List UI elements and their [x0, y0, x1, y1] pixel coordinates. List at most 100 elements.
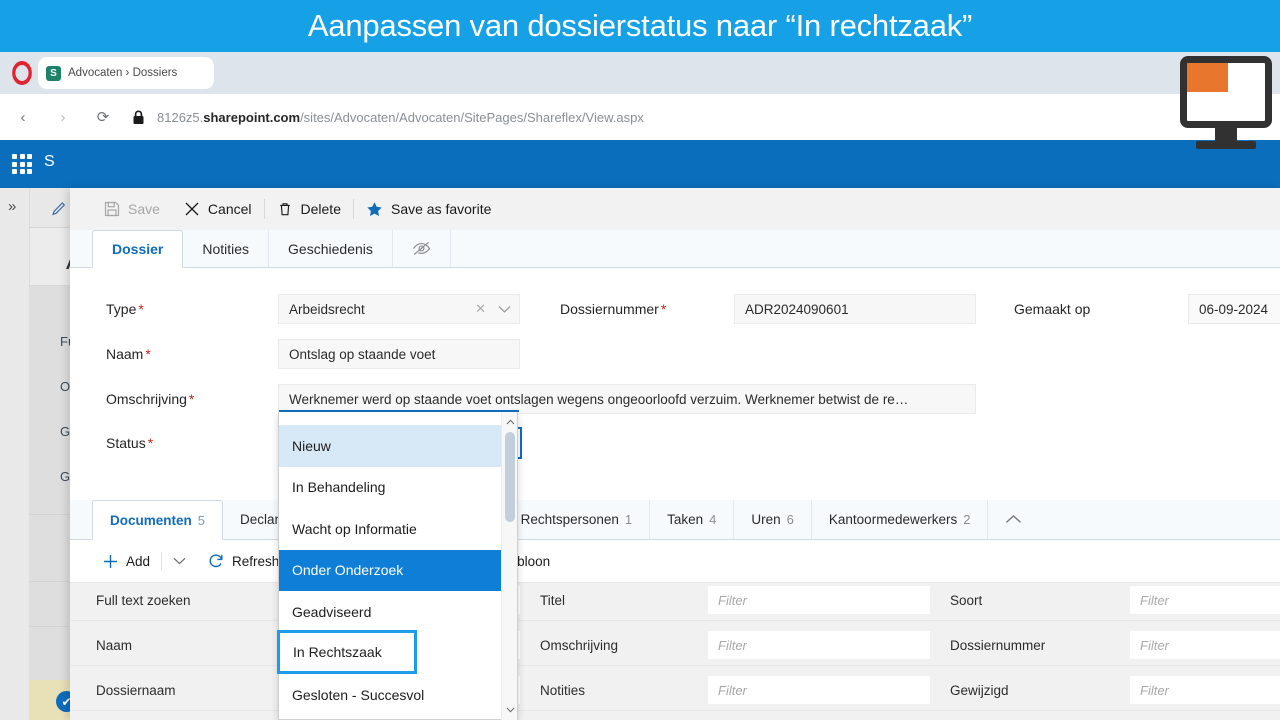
dropdown-scrollbar[interactable]: [501, 412, 517, 720]
scroll-down-icon[interactable]: [502, 702, 518, 718]
omschrijving-value: Werknemer werd op staande voet ontslagen…: [289, 391, 909, 407]
related-tab-rechtspersonen[interactable]: Rechtspersonen 1: [504, 500, 651, 539]
eye-off-icon: [412, 241, 431, 256]
type-combobox[interactable]: Arbeidsrecht ✕: [278, 294, 520, 324]
status-option-in-behandeling[interactable]: In Behandeling: [279, 467, 503, 509]
title-banner: Aanpassen van dossierstatus naar “In rec…: [0, 0, 1280, 52]
tab-strip: S Advocaten › Dossiers: [0, 52, 1280, 94]
sharepoint-favicon-icon: S: [46, 65, 61, 81]
filter-input-gewijzigd[interactable]: Filter: [1130, 676, 1280, 704]
pencil-icon[interactable]: [50, 200, 68, 218]
related-tab-uren[interactable]: Uren 6: [734, 500, 812, 539]
save-icon: [104, 201, 120, 217]
naam-input[interactable]: Ontslag op staande voet: [278, 339, 520, 369]
trash-icon: [277, 201, 293, 217]
scroll-up-icon[interactable]: [502, 414, 518, 430]
filter-label-dossiernaam: Dossiernaam: [96, 683, 176, 698]
filter-label-titel: Titel: [540, 593, 566, 608]
back-button[interactable]: ‹: [6, 100, 40, 134]
field-label-omschrijving: Omschrijving *: [106, 391, 195, 407]
tab-geschiedenis-label: Geschiedenis: [288, 240, 373, 257]
add-document-button[interactable]: Add: [92, 554, 161, 569]
delete-label: Delete: [300, 201, 341, 217]
refresh-button[interactable]: Refresh: [197, 553, 290, 569]
dossier-form-fields: Type * Arbeidsrecht ✕ Dossiernummer * ADR2…: [70, 268, 1280, 500]
screenshot-root: Aanpassen van dossierstatus naar “In rec…: [0, 0, 1280, 720]
chevron-down-icon[interactable]: [498, 305, 511, 314]
monitor-icon: [1174, 56, 1278, 154]
opera-logo-icon: [12, 61, 32, 85]
related-tab-uren-count: 6: [786, 512, 794, 527]
dropdown-top-border: [279, 410, 519, 412]
star-icon: [366, 201, 383, 218]
suite-bar: S: [0, 140, 1280, 188]
field-label-dossiernummer: Dossiernummer *: [560, 301, 667, 317]
status-option-in-rechtszaak[interactable]: In Rechtszaak: [277, 630, 417, 674]
filter-label-gewijzigd: Gewijzigd: [950, 683, 1009, 698]
plus-icon: [103, 554, 118, 569]
save-as-favorite-button[interactable]: Save as favorite: [354, 188, 503, 230]
browser-tab[interactable]: S Advocaten › Dossiers: [38, 57, 214, 89]
tab-dossier[interactable]: Dossier: [92, 230, 184, 268]
save-as-favorite-label: Save as favorite: [390, 201, 492, 217]
documents-filter-grid: Full text zoeken Filter Titel Filter Soo…: [70, 582, 1280, 720]
address-bar[interactable]: 8126z5.sharepoint.com/sites/Advocaten/Ad…: [157, 110, 644, 125]
cancel-button[interactable]: Cancel: [172, 188, 264, 230]
filter-input-soort[interactable]: Filter: [1130, 586, 1280, 614]
scrollbar-thumb[interactable]: [505, 432, 515, 522]
add-options-dropdown[interactable]: [162, 557, 197, 565]
save-button[interactable]: Save: [92, 188, 172, 230]
related-tab-uren-label: Uren: [751, 512, 781, 527]
refresh-icon: [208, 553, 224, 569]
field-label-status: Status *: [106, 435, 154, 451]
forward-button[interactable]: ›: [46, 100, 80, 134]
related-tab-bar: Documenten 5 Declaraties Natuurlijke per…: [70, 500, 1280, 540]
url-path: /sites/Advocaten/Advocaten/SitePages/Sha…: [300, 109, 644, 125]
gemaakt-op-input: 06-09-2024: [1188, 294, 1280, 324]
close-icon: [184, 201, 200, 217]
related-tab-documenten[interactable]: Documenten 5: [92, 500, 223, 540]
expand-rail-icon[interactable]: »: [8, 198, 16, 215]
background-rail: [0, 188, 30, 720]
tab-geschiedenis[interactable]: Geschiedenis: [269, 230, 393, 267]
related-tab-kantoormedewerkers-count: 2: [963, 512, 971, 527]
filter-label-dossiernummer: Dossiernummer: [950, 638, 1046, 653]
reload-button[interactable]: ⟳: [86, 100, 120, 134]
tab-notities[interactable]: Notities: [183, 230, 270, 267]
sharepoint-page: S » A Fu On Ge Ge ✔ Save: [0, 140, 1280, 720]
related-tab-taken-label: Taken: [667, 512, 704, 527]
record-form-dialog: Save Cancel Delete Save as favorite Doss…: [70, 188, 1280, 720]
related-tab-taken[interactable]: Taken 4: [650, 500, 735, 539]
status-option-onder-onderzoek[interactable]: Onder Onderzoek: [279, 549, 503, 591]
field-label-type: Type *: [106, 301, 144, 317]
add-document-label: Add: [126, 553, 151, 569]
filter-input-dossiernummer[interactable]: Filter: [1130, 631, 1280, 659]
status-option-nieuw[interactable]: Nieuw: [279, 425, 503, 467]
delete-button[interactable]: Delete: [265, 188, 353, 230]
tab-dossier-label: Dossier: [112, 241, 164, 257]
status-dropdown-list[interactable]: Nieuw In Behandeling Wacht op Informatie…: [277, 410, 519, 720]
related-tab-documenten-label: Documenten: [110, 512, 192, 528]
clear-icon[interactable]: ✕: [475, 301, 486, 317]
banner-title: Aanpassen van dossierstatus naar “In rec…: [307, 8, 973, 43]
type-value: Arbeidsrecht: [289, 301, 365, 317]
gemaakt-op-value: 06-09-2024: [1199, 301, 1269, 317]
collapse-section-button[interactable]: [988, 500, 1039, 539]
monitor-screen: [1180, 56, 1272, 128]
filter-input-notities[interactable]: Filter: [708, 676, 930, 704]
status-option-wacht-op-informatie[interactable]: Wacht op Informatie: [279, 508, 503, 550]
filter-input-omschrijving[interactable]: Filter: [708, 631, 930, 659]
related-tab-kantoormedewerkers[interactable]: Kantoormedewerkers 2: [812, 500, 989, 539]
related-tab-documenten-count: 5: [197, 512, 205, 528]
related-items-section: Documenten 5 Declaraties Natuurlijke per…: [70, 500, 1280, 720]
filter-input-titel[interactable]: Filter: [708, 586, 930, 614]
chevron-up-icon: [1005, 514, 1022, 525]
related-tab-kantoormedewerkers-label: Kantoormedewerkers: [828, 512, 958, 527]
naam-value: Ontslag op staande voet: [289, 346, 436, 362]
app-launcher-icon[interactable]: [10, 152, 34, 176]
status-option-geadviseerd[interactable]: Geadviseerd: [279, 591, 503, 633]
dossiernummer-value: ADR2024090601: [745, 301, 849, 317]
tab-hidden-fields-toggle[interactable]: [393, 230, 451, 267]
dossiernummer-input[interactable]: ADR2024090601: [734, 294, 976, 324]
status-option-gesloten-succesvol[interactable]: Gesloten - Succesvol: [279, 674, 503, 716]
